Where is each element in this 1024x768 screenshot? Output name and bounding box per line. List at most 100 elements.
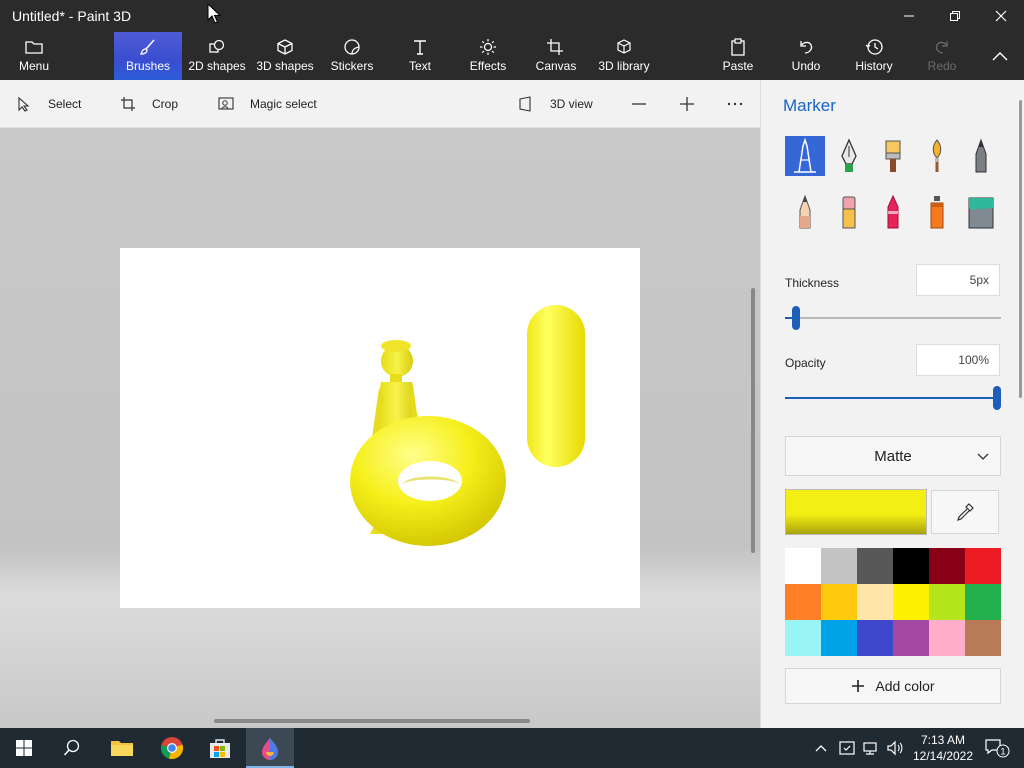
thickness-slider-thumb[interactable] bbox=[791, 306, 800, 330]
clock-time: 7:13 AM bbox=[920, 733, 966, 747]
calligraphy-pen-icon bbox=[841, 138, 857, 172]
color-swatch[interactable] bbox=[857, 548, 893, 584]
brush-marker[interactable] bbox=[785, 136, 825, 176]
file-explorer-taskbar[interactable] bbox=[98, 728, 146, 768]
opacity-slider-thumb[interactable] bbox=[993, 386, 1001, 410]
tab-3d-library[interactable]: 3D library bbox=[596, 32, 652, 80]
brush-calligraphy-pen[interactable] bbox=[829, 136, 869, 176]
security-tray[interactable] bbox=[838, 738, 856, 758]
paste-button[interactable]: Paste bbox=[716, 32, 760, 80]
speaker-icon bbox=[887, 740, 903, 756]
volume-tray[interactable] bbox=[886, 738, 904, 758]
add-color-button[interactable]: Add color bbox=[785, 668, 1001, 704]
eyedropper-button[interactable] bbox=[931, 490, 999, 534]
mouse-cursor-icon bbox=[207, 3, 221, 24]
color-swatch[interactable] bbox=[893, 548, 929, 584]
torus-model[interactable] bbox=[350, 416, 506, 546]
color-swatch[interactable] bbox=[965, 548, 1001, 584]
brush-crayon[interactable] bbox=[873, 192, 913, 232]
restore-button[interactable] bbox=[932, 0, 978, 32]
chevron-up-icon bbox=[992, 52, 1008, 61]
redo-button[interactable]: Redo bbox=[920, 32, 964, 80]
minimize-button[interactable] bbox=[886, 0, 932, 32]
menu-button[interactable]: Menu bbox=[8, 32, 60, 80]
action-center-button[interactable]: 1 bbox=[984, 738, 1010, 758]
color-swatch[interactable] bbox=[929, 548, 965, 584]
text-icon bbox=[414, 40, 426, 55]
network-tray[interactable] bbox=[862, 738, 880, 758]
brush-pixel-pen[interactable] bbox=[961, 136, 1001, 176]
color-swatch[interactable] bbox=[785, 620, 821, 656]
3d-shapes-icon bbox=[277, 39, 293, 55]
history-button[interactable]: History bbox=[850, 32, 898, 80]
eyedropper-icon bbox=[957, 503, 974, 521]
more-icon bbox=[727, 102, 743, 106]
color-swatch[interactable] bbox=[821, 548, 857, 584]
brush-watercolor[interactable] bbox=[917, 136, 957, 176]
undo-icon bbox=[800, 41, 813, 54]
store-taskbar[interactable] bbox=[196, 728, 244, 768]
color-swatch[interactable] bbox=[821, 584, 857, 620]
drawing-canvas[interactable] bbox=[120, 248, 640, 608]
color-swatch[interactable] bbox=[929, 620, 965, 656]
thickness-input[interactable]: 5px bbox=[916, 264, 1000, 296]
spray-can-icon bbox=[930, 196, 944, 229]
crop-tool[interactable]: Crop bbox=[120, 80, 178, 128]
color-swatch[interactable] bbox=[893, 584, 929, 620]
search-icon bbox=[63, 739, 80, 756]
finish-dropdown[interactable]: Matte bbox=[785, 436, 1001, 476]
select-tool[interactable]: Select bbox=[16, 80, 81, 128]
brush-spray-can[interactable] bbox=[917, 192, 957, 232]
tab-brushes[interactable]: Brushes bbox=[114, 32, 182, 80]
color-swatch[interactable] bbox=[929, 584, 965, 620]
brush-fill[interactable] bbox=[961, 192, 1001, 232]
search-button[interactable] bbox=[48, 728, 96, 768]
pencil-icon bbox=[799, 194, 811, 229]
window-title: Untitled* - Paint 3D bbox=[12, 8, 132, 24]
3d-library-icon bbox=[617, 39, 631, 54]
clock-date: 12/14/2022 bbox=[912, 749, 974, 763]
tab-3d-shapes[interactable]: 3D shapes bbox=[254, 32, 316, 80]
color-swatch[interactable] bbox=[965, 584, 1001, 620]
fill-bucket-icon bbox=[968, 197, 994, 229]
tab-effects[interactable]: Effects bbox=[464, 32, 512, 80]
workspace[interactable] bbox=[0, 128, 760, 728]
color-swatch[interactable] bbox=[893, 620, 929, 656]
capsule-model[interactable] bbox=[527, 305, 585, 467]
close-button[interactable] bbox=[978, 0, 1024, 32]
brush-eraser[interactable] bbox=[829, 192, 869, 232]
tab-2d-shapes[interactable]: 2D shapes bbox=[186, 32, 248, 80]
show-hidden-icons[interactable] bbox=[814, 738, 828, 758]
3d-view-toggle[interactable]: 3D view bbox=[518, 80, 593, 128]
paint3d-taskbar[interactable] bbox=[246, 728, 294, 768]
brush-pencil[interactable] bbox=[785, 192, 825, 232]
opacity-slider[interactable] bbox=[785, 386, 1001, 410]
zoom-in-button[interactable] bbox=[678, 80, 696, 128]
tab-stickers[interactable]: Stickers bbox=[326, 32, 378, 80]
clock[interactable]: 7:13 AM 12/14/2022 bbox=[908, 732, 978, 764]
thickness-slider[interactable] bbox=[785, 306, 1001, 330]
opacity-input[interactable]: 100% bbox=[916, 344, 1000, 376]
color-swatch[interactable] bbox=[857, 584, 893, 620]
color-swatch[interactable] bbox=[965, 620, 1001, 656]
tab-canvas[interactable]: Canvas bbox=[532, 32, 580, 80]
color-swatch[interactable] bbox=[821, 620, 857, 656]
start-button[interactable] bbox=[0, 728, 48, 768]
horizontal-scrollbar[interactable] bbox=[214, 719, 530, 723]
color-swatch[interactable] bbox=[785, 548, 821, 584]
vertical-scrollbar[interactable] bbox=[751, 288, 755, 553]
brush-icon bbox=[140, 39, 155, 55]
magic-select-tool[interactable]: Magic select bbox=[218, 80, 317, 128]
undo-button[interactable]: Undo bbox=[784, 32, 828, 80]
color-swatch[interactable] bbox=[857, 620, 893, 656]
color-swatch[interactable] bbox=[785, 584, 821, 620]
collapse-ribbon-button[interactable] bbox=[984, 32, 1016, 80]
more-options-button[interactable] bbox=[726, 80, 744, 128]
panel-scrollbar[interactable] bbox=[1019, 100, 1022, 398]
current-color-swatch[interactable] bbox=[785, 489, 927, 535]
chrome-taskbar[interactable] bbox=[148, 728, 196, 768]
marker-icon bbox=[794, 138, 816, 173]
brush-oil[interactable] bbox=[873, 136, 913, 176]
tab-text[interactable]: Text bbox=[396, 32, 444, 80]
zoom-out-button[interactable] bbox=[630, 80, 648, 128]
